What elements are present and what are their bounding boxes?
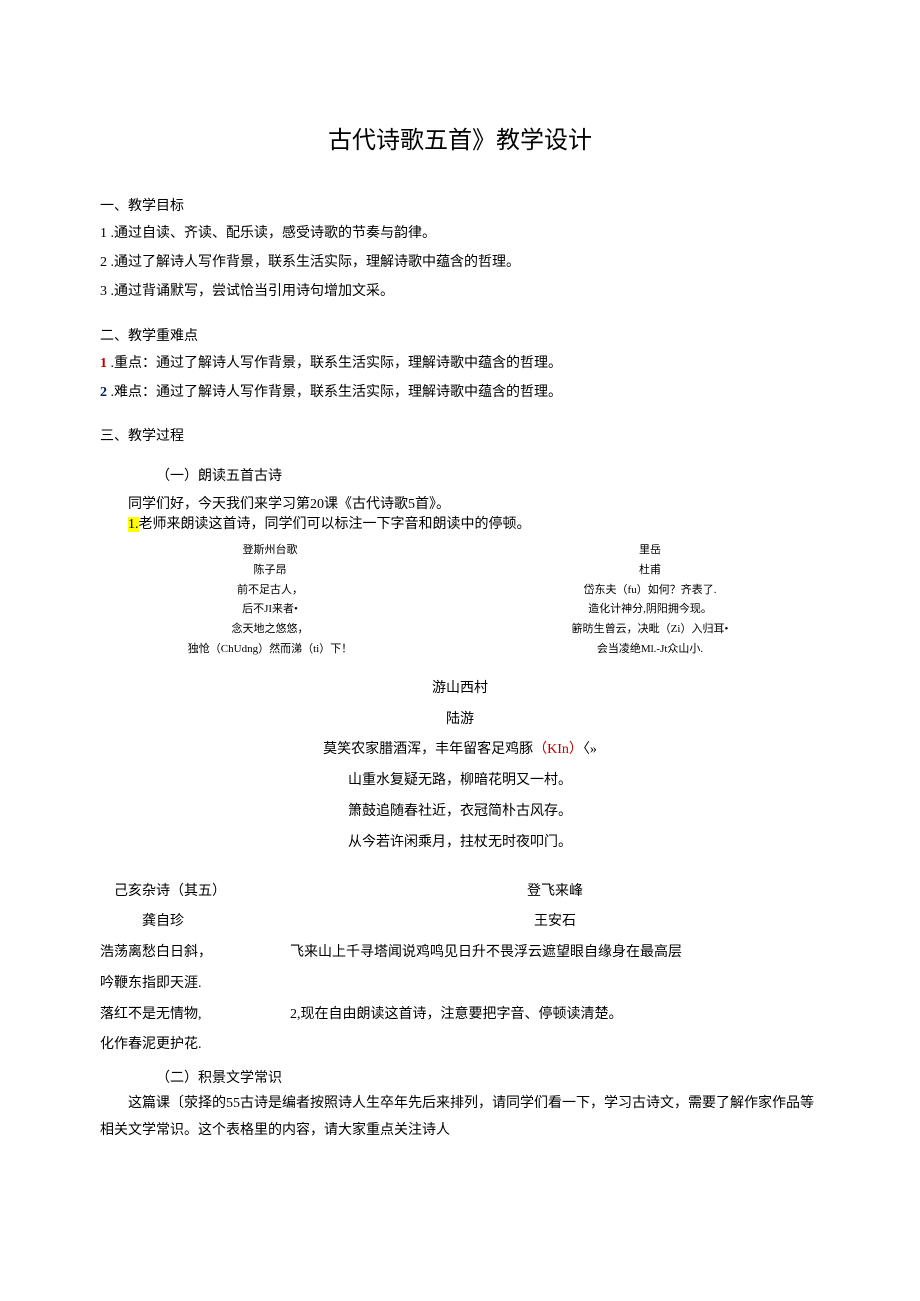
- two-poem-row: 登斯州台歌 陈子昂 前不足古人， 后不JI来者• 念天地之悠悠， 独怆（ChUd…: [100, 541, 820, 660]
- poem-line: 会当凌绝Ml.-Jt众山小.: [480, 640, 820, 660]
- poem-text: 〈»: [583, 742, 597, 757]
- intro-line: 同学们好，今天我们来学习第20课《古代诗歌5首》。: [100, 493, 820, 513]
- poem-bottom-right: 登飞来峰 王安石 飞来山上千寻塔闻说鸡鸣见日升不畏浮云遮望眼自缘身在最高层 2,…: [290, 877, 820, 1062]
- bottom-poem-row: 己亥杂诗（其五） 龚自珍 浩荡离愁白日斜， 吟鞭东指即天涯. 落红不是无情物, …: [100, 877, 820, 1062]
- highlight-1: 1.: [128, 517, 139, 532]
- poem-line: 岱东夫（fu）如何？齐表了.: [480, 581, 820, 601]
- poem-author: 陈子昂: [100, 561, 440, 581]
- poem-line: 浩荡离愁白日斜，: [100, 938, 270, 969]
- keypoint-item: 1 .重点：通过了解诗人写作背景，联系生活实际，理解诗歌中蕴含的哲理。: [100, 351, 820, 376]
- difficulty-text: .难点：通过了解诗人写作背景，联系生活实际，理解诗歌中蕴含的哲理。: [107, 385, 562, 400]
- poem-author: 王安石: [290, 907, 820, 938]
- page-title: 古代诗歌五首》教学设计: [100, 120, 820, 155]
- step-1-line: 1.老师来朗读这首诗，同学们可以标注一下字音和朗读中的停顿。: [100, 513, 820, 533]
- poem-author: 陆游: [100, 705, 820, 736]
- poem-title: 游山西村: [100, 674, 820, 705]
- step-1-text: 老师来朗读这首诗，同学们可以标注一下字音和朗读中的停顿。: [139, 517, 531, 532]
- poem-title: 登飞来峰: [290, 877, 820, 908]
- poem-line: 后不JI来者•: [100, 600, 440, 620]
- poem-line: 山重水复疑无路，柳暗花明又一村。: [100, 766, 820, 797]
- section-3-heading: 三、教学过程: [100, 425, 820, 445]
- poem-bottom-left: 己亥杂诗（其五） 龚自珍 浩荡离愁白日斜， 吟鞭东指即天涯. 落红不是无情物, …: [100, 877, 270, 1062]
- poem-line: 前不足古人，: [100, 581, 440, 601]
- poem-left: 登斯州台歌 陈子昂 前不足古人， 后不JI来者• 念天地之悠悠， 独怆（ChUd…: [100, 541, 440, 660]
- number-1: 1: [100, 356, 107, 371]
- poem-title: 里岳: [480, 541, 820, 561]
- poem-text: 莫笑农家腊酒浑，丰年留客足鸡豚: [323, 742, 533, 757]
- poem-long-line: 飞来山上千寻塔闻说鸡鸣见日升不畏浮云遮望眼自缘身在最高层: [290, 938, 820, 969]
- poem-right: 里岳 杜甫 岱东夫（fu）如何？齐表了. 造化计神分,阴阳拥今现。 簖昉生曾云，…: [480, 541, 820, 660]
- goal-item-3: 3 .通过背诵默写，尝试恰当引用诗句增加文采。: [100, 279, 820, 304]
- poem-line: 化作春泥更护花.: [100, 1030, 270, 1061]
- poem-line: 莫笑农家腊酒浑，丰年留客足鸡豚（KIn）〈»: [100, 735, 820, 766]
- number-2: 2: [100, 385, 107, 400]
- poem-center: 游山西村 陆游 莫笑农家腊酒浑，丰年留客足鸡豚（KIn）〈» 山重水复疑无路，柳…: [100, 674, 820, 859]
- poem-line: 独怆（ChUdng）然而涕（ti）下！: [100, 640, 440, 660]
- poem-line: 从今若许闲乘月，拄杖无时夜叩门。: [100, 828, 820, 859]
- poem-author: 杜甫: [480, 561, 820, 581]
- poem-line: 造化计神分,阴阳拥今现。: [480, 600, 820, 620]
- poem-line: 簖昉生曾云，决毗（Zi）入归耳•: [480, 620, 820, 640]
- poem-title: 己亥杂诗（其五）: [100, 877, 270, 908]
- closing-paragraph: 这篇课〔荥择的55古诗是编者按照诗人生卒年先后来排列，请同学们看一下，学习古诗文…: [100, 1091, 820, 1144]
- goal-item-1: 1 .通过自读、齐读、配乐读，感受诗歌的节奏与韵律。: [100, 221, 820, 246]
- document-page: 古代诗歌五首》教学设计 一、教学目标 1 .通过自读、齐读、配乐读，感受诗歌的节…: [0, 0, 920, 1204]
- poem-title: 登斯州台歌: [100, 541, 440, 561]
- poem-line: 落红不是无情物,: [100, 1000, 270, 1031]
- goal-item-2: 2 .通过了解诗人写作背景，联系生活实际，理解诗歌中蕴含的哲理。: [100, 250, 820, 275]
- poem-line: 吟鞭东指即天涯.: [100, 969, 270, 1000]
- subsection-2-title: （二）积景文学常识: [100, 1067, 820, 1087]
- pinyin-note: （KIn）: [533, 742, 583, 757]
- subsection-1-title: （一）朗读五首古诗: [100, 465, 820, 485]
- difficulty-item: 2 .难点：通过了解诗人写作背景，联系生活实际，理解诗歌中蕴含的哲理。: [100, 380, 820, 405]
- poem-line: 念天地之悠悠，: [100, 620, 440, 640]
- poem-author: 龚自珍: [100, 907, 270, 938]
- section-1-heading: 一、教学目标: [100, 195, 820, 215]
- keypoint-text: .重点：通过了解诗人写作背景，联系生活实际，理解诗歌中蕴含的哲理。: [107, 356, 562, 371]
- section-2-heading: 二、教学重难点: [100, 325, 820, 345]
- poem-line: 箫鼓追随春社近，衣冠简朴古风存。: [100, 797, 820, 828]
- step-2-line: 2,现在自由朗读这首诗，注意要把字音、停顿读清楚。: [290, 1000, 820, 1031]
